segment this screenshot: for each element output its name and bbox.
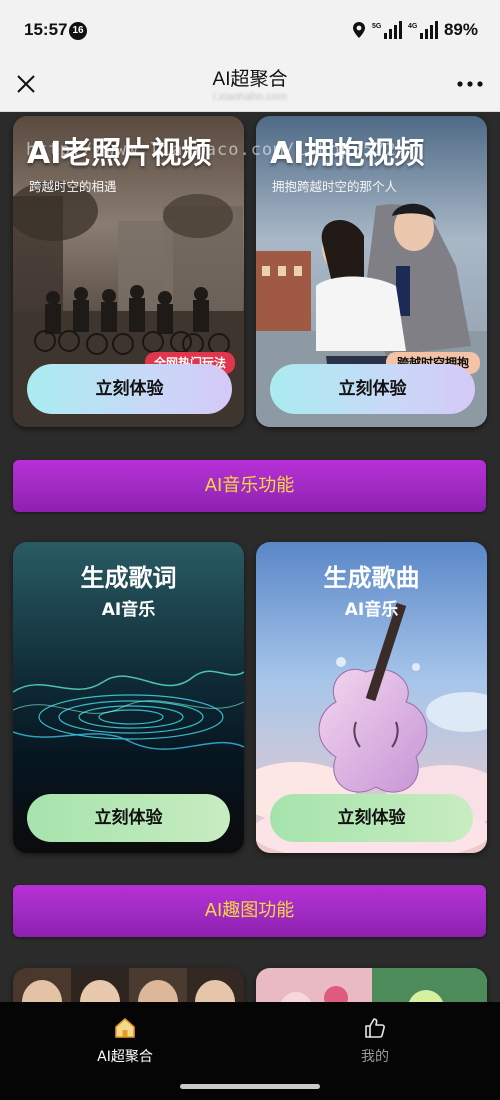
status-icons: 5G 4G 89% xyxy=(352,19,478,41)
feature-list[interactable]: AI老照片视频 跨越时空的相遇 全网热门玩法 立刻体验 AI拥抱视频 拥抱跨越时… xyxy=(0,112,500,1002)
card-generate-song[interactable]: 生成歌曲 AI音乐 立刻体验 xyxy=(256,542,487,853)
home-icon xyxy=(115,1018,135,1038)
watermark-text: http://www.lianmaco.com/ishop3572 xyxy=(26,140,397,160)
card-subtitle: AI音乐 xyxy=(101,600,156,620)
card-title: 生成歌词 xyxy=(80,564,177,592)
tab-mine[interactable]: 我的 xyxy=(250,1016,500,1066)
svg-text:4G: 4G xyxy=(408,23,418,30)
section-header-ai-fun-images[interactable]: AI趣图功能 xyxy=(13,885,486,937)
tab-label: AI超聚合 xyxy=(97,1049,153,1065)
svg-text:5G: 5G xyxy=(372,23,382,30)
location-icon xyxy=(352,22,365,38)
try-now-button[interactable]: 立刻体验 xyxy=(270,794,473,842)
notification-badge: 16 xyxy=(69,22,87,40)
flowers-image xyxy=(256,968,487,1002)
card-old-photo-video[interactable]: AI老照片视频 跨越时空的相遇 全网热门玩法 立刻体验 xyxy=(13,116,244,427)
section-header-ai-music[interactable]: AI音乐功能 xyxy=(13,460,486,512)
card-subtitle: AI音乐 xyxy=(344,600,399,620)
try-now-button[interactable]: 立刻体验 xyxy=(27,364,232,414)
tab-label: 我的 xyxy=(361,1049,389,1065)
card-description: 拥抱跨越时空的那个人 xyxy=(272,179,398,194)
battery-level: 89% xyxy=(443,20,478,39)
home-indicator[interactable] xyxy=(180,1084,320,1089)
status-bar: 15:57 16 5G 4G 89% xyxy=(0,0,500,56)
portraits-image xyxy=(13,968,244,1002)
thumbs-up-icon xyxy=(365,1018,385,1038)
card-fun-image-flowers[interactable] xyxy=(256,968,487,1002)
card-fun-image-portraits[interactable] xyxy=(13,968,244,1002)
card-title: 生成歌曲 xyxy=(323,564,420,592)
tab-ai-hub[interactable]: AI超聚合 xyxy=(0,1016,250,1066)
page-title: AI超聚合 xyxy=(212,69,288,90)
status-time: 15:57 xyxy=(24,20,68,39)
app-screen: 15:57 16 5G 4G 89% AI超聚合 i.xiaohaho.com … xyxy=(0,0,500,1100)
nav-bar: AI超聚合 i.xiaohaho.com xyxy=(0,56,500,112)
signal-4g-icon: 4G xyxy=(408,21,438,39)
card-hug-video[interactable]: AI拥抱视频 拥抱跨越时空的那个人 跨越时空拥抱 立刻体验 xyxy=(256,116,487,427)
more-options-icon[interactable] xyxy=(456,74,484,94)
page-domain: i.xiaohaho.com xyxy=(213,91,287,103)
try-now-button[interactable]: 立刻体验 xyxy=(270,364,475,414)
card-description: 跨越时空的相遇 xyxy=(29,179,117,194)
try-now-button[interactable]: 立刻体验 xyxy=(27,794,230,842)
card-generate-lyrics[interactable]: 生成歌词 AI音乐 立刻体验 xyxy=(13,542,244,853)
signal-5g-icon: 5G xyxy=(372,21,402,39)
